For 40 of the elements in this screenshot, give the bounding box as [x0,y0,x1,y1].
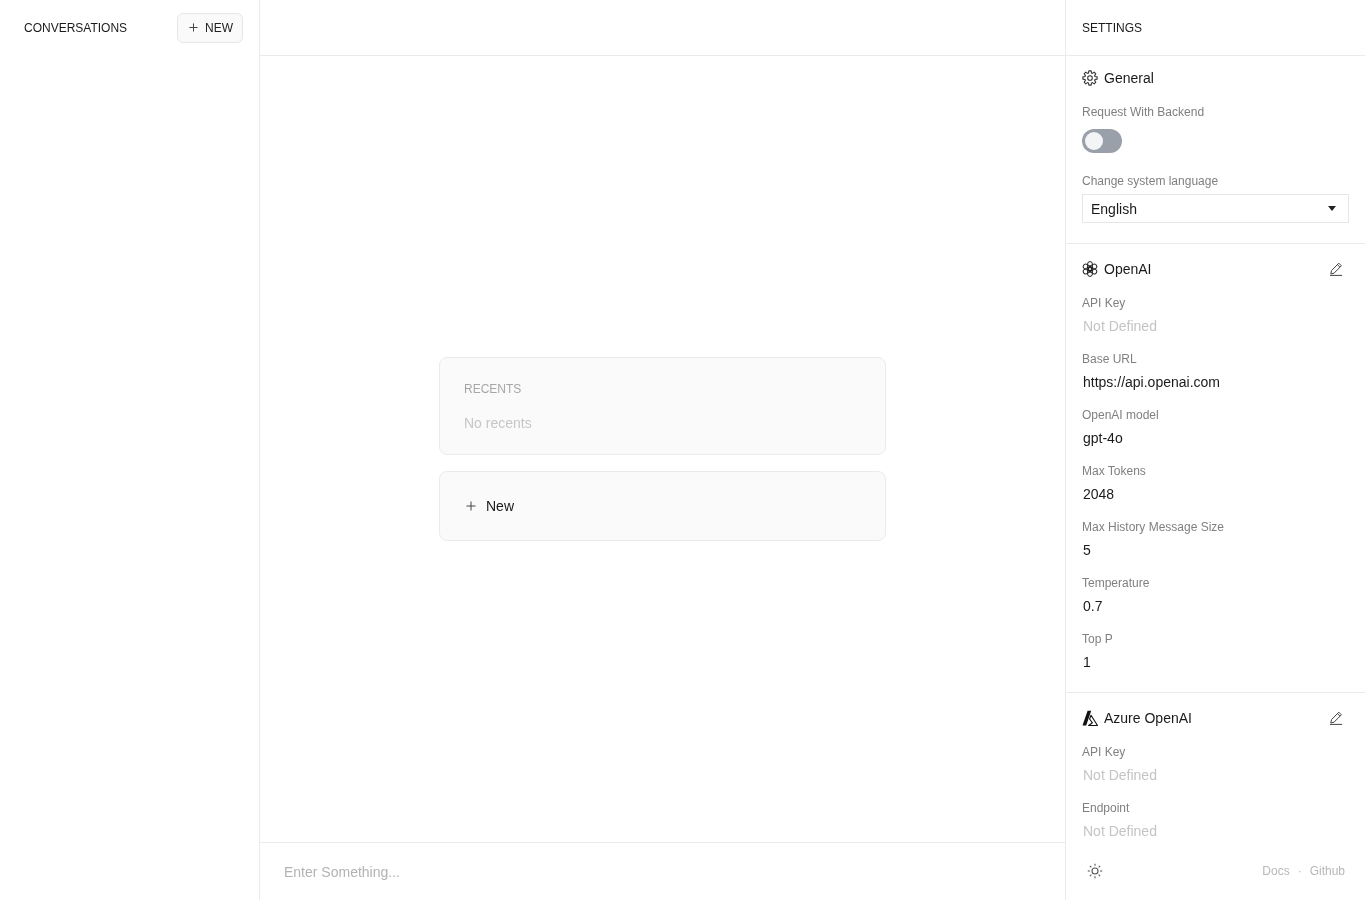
recents-heading: RECENTS [464,381,522,397]
text-input[interactable]: gpt-4o [1082,428,1349,448]
section-title: Azure OpenAI [1104,709,1192,728]
field-label: OpenAI model [1082,407,1159,423]
section-title: OpenAI [1104,260,1152,279]
text-input[interactable]: Not Defined [1082,765,1349,785]
text-input[interactable]: Not Defined [1082,821,1349,841]
field-label: Max History Message Size [1082,519,1225,535]
link-separator: · [1297,863,1302,878]
knot-logo-icon [1082,261,1098,277]
new-conversation-button[interactable]: NEW [177,12,243,43]
plus-icon [189,23,198,32]
field-label: Endpoint [1082,800,1130,816]
setting-label: Request With Backend [1082,104,1205,120]
field-label: Max Tokens [1082,463,1146,479]
field-label: Top P [1082,631,1113,647]
gear-icon [1082,70,1098,86]
new-conversation-card[interactable]: New [439,471,886,541]
text-input[interactable]: 5 [1082,540,1349,560]
field-label: Base URL [1082,351,1137,367]
text-input[interactable]: 2048 [1082,484,1349,504]
field-label: API Key [1082,744,1126,760]
pencil-icon[interactable] [1329,262,1343,276]
pencil-icon[interactable] [1329,711,1343,725]
text-input[interactable]: 0.7 [1082,596,1349,616]
sun-icon[interactable] [1087,862,1103,879]
settings-title: SETTINGS [1082,20,1142,35]
triangle-logo-icon [1082,710,1098,726]
field-label: Temperature [1082,575,1150,591]
field-label: API Key [1082,295,1126,311]
setting-label: Change system language [1082,173,1219,189]
text-input[interactable]: Not Defined [1082,316,1349,336]
sidebar-title: CONVERSATIONS [24,20,128,35]
plus-icon [466,501,476,511]
toggle-switch[interactable] [1082,129,1122,153]
text-input[interactable]: 1 [1082,652,1349,672]
text-input[interactable]: https://api.openai.com [1082,372,1349,392]
caret-down-icon [1328,206,1336,211]
language-select[interactable]: English [1082,194,1349,223]
section-title: General [1104,69,1154,88]
